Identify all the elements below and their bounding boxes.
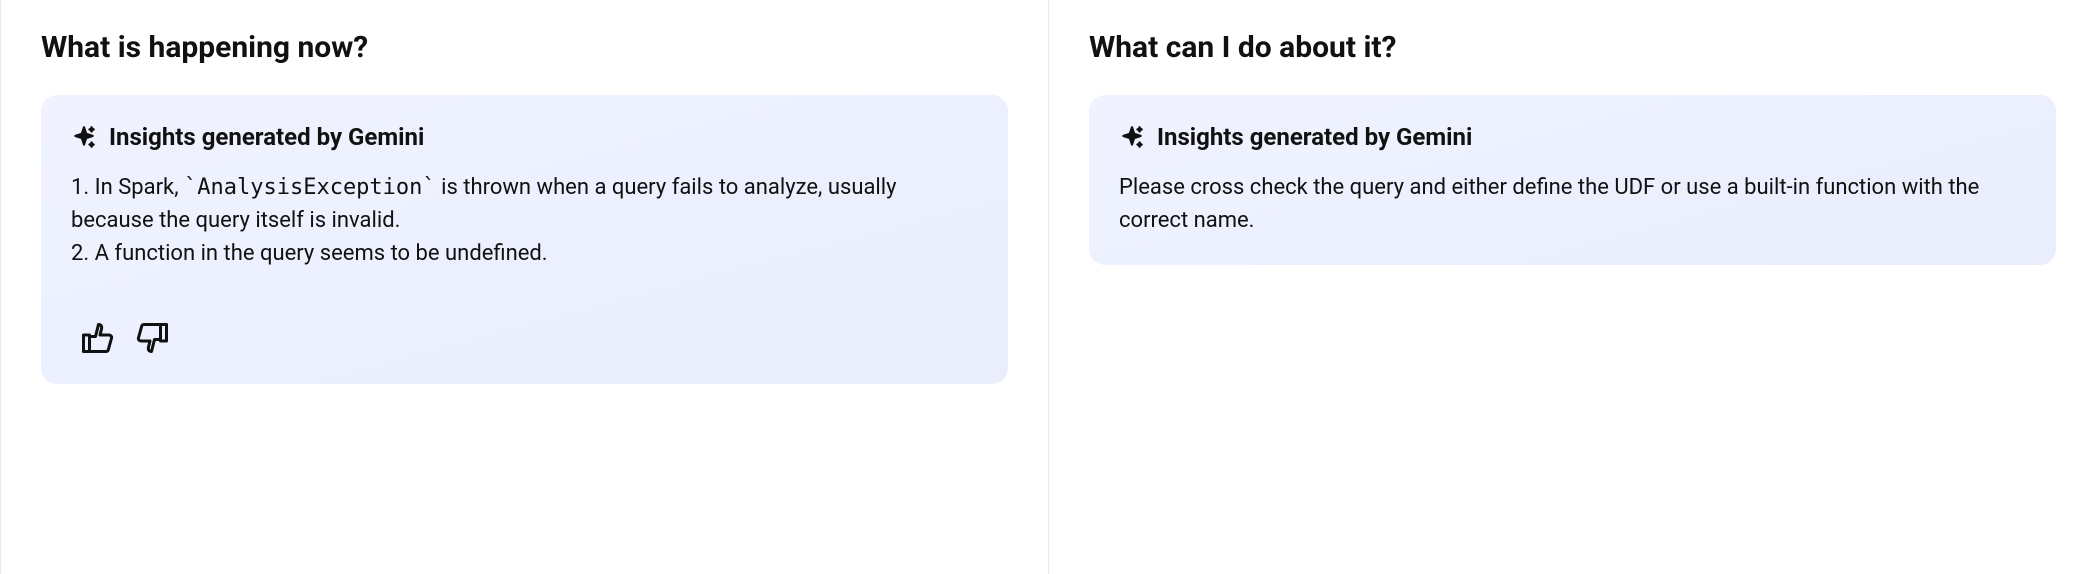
insight-card-right: Insights generated by Gemini Please cros… <box>1089 95 2056 265</box>
insight-header-right: Insights generated by Gemini <box>1119 123 2026 151</box>
code-snippet: `AnalysisException` <box>184 175 436 200</box>
insight-list: In Spark, `AnalysisException` is thrown … <box>71 171 978 270</box>
thumbs-down-icon[interactable] <box>135 320 171 356</box>
thumbs-up-icon[interactable] <box>79 320 115 356</box>
right-column-title: What can I do about it? <box>1089 30 2056 65</box>
insight-card-left: Insights generated by Gemini In Spark, `… <box>41 95 1008 384</box>
insight-body-left: In Spark, `AnalysisException` is thrown … <box>71 171 978 270</box>
sparkle-icon <box>71 124 97 150</box>
insight-header-title-left: Insights generated by Gemini <box>109 123 424 151</box>
right-column: What can I do about it? Insights generat… <box>1048 0 2096 574</box>
list-item: In Spark, `AnalysisException` is thrown … <box>71 171 978 237</box>
left-column-title: What is happening now? <box>41 30 1008 65</box>
insight-header-left: Insights generated by Gemini <box>71 123 978 151</box>
insight-body-right: Please cross check the query and either … <box>1119 171 2026 237</box>
left-column: What is happening now? Insights generate… <box>0 0 1048 574</box>
insight-header-title-right: Insights generated by Gemini <box>1157 123 1472 151</box>
list-item-text: A function in the query seems to be unde… <box>95 241 548 266</box>
list-item: A function in the query seems to be unde… <box>71 237 978 270</box>
feedback-row <box>71 320 978 356</box>
sparkle-icon <box>1119 124 1145 150</box>
list-item-prefix: In Spark, <box>95 175 184 200</box>
